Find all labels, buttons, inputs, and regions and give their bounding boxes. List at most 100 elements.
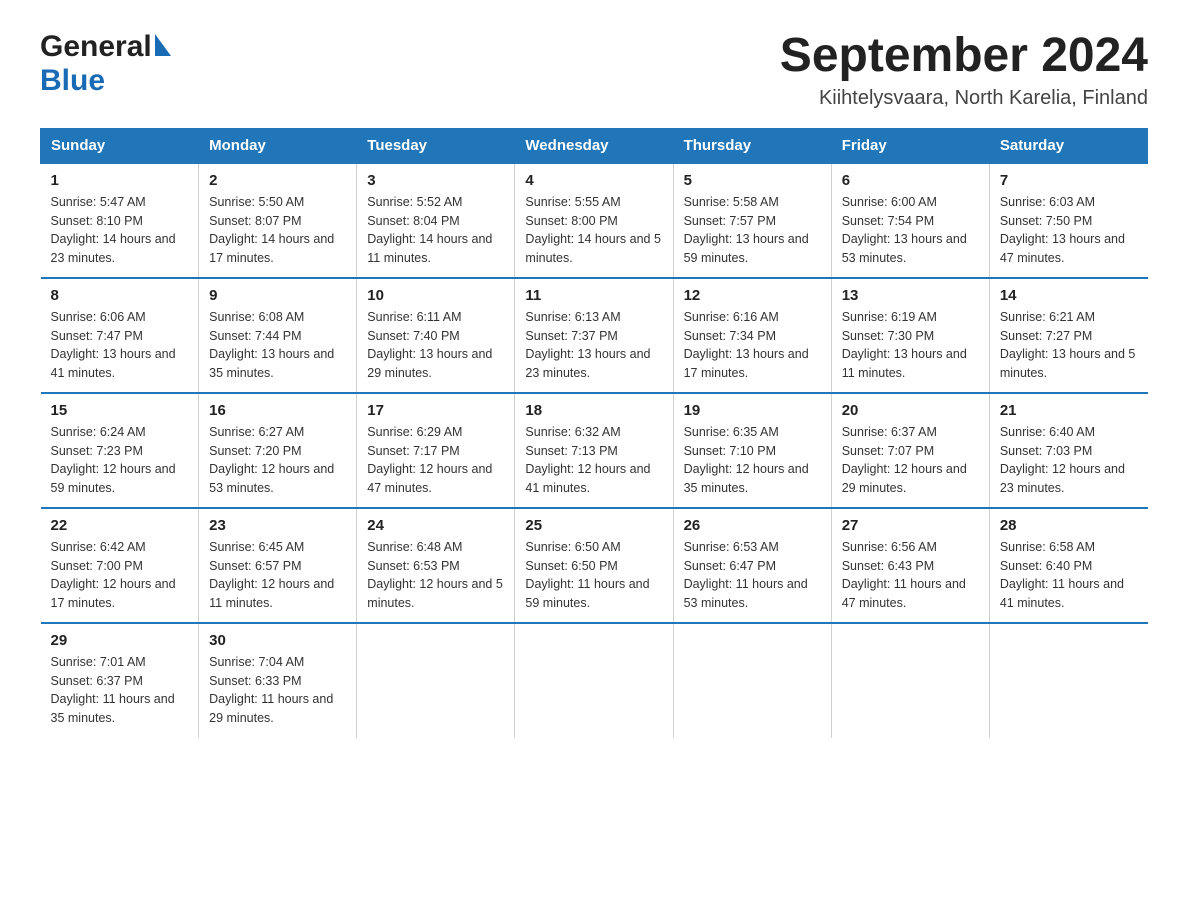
table-row: 22 Sunrise: 6:42 AM Sunset: 7:00 PM Dayl…: [41, 508, 199, 623]
daylight-label: Daylight: 12 hours and 35 minutes.: [684, 462, 809, 495]
day-number: 14: [1000, 287, 1138, 304]
day-info: Sunrise: 6:13 AM Sunset: 7:37 PM Dayligh…: [525, 308, 662, 383]
day-info: Sunrise: 6:00 AM Sunset: 7:54 PM Dayligh…: [842, 193, 979, 268]
table-row: 16 Sunrise: 6:27 AM Sunset: 7:20 PM Dayl…: [199, 393, 357, 508]
daylight-label: Daylight: 12 hours and 29 minutes.: [842, 462, 967, 495]
daylight-label: Daylight: 12 hours and 23 minutes.: [1000, 462, 1125, 495]
page-header: General Blue September 2024 Kiihtelysvaa…: [40, 30, 1148, 110]
sunset-label: Sunset: 7:13 PM: [525, 444, 617, 458]
day-number: 2: [209, 172, 346, 189]
logo-triangle-icon: [155, 34, 171, 56]
calendar-header-row: Sunday Monday Tuesday Wednesday Thursday…: [41, 128, 1148, 163]
sunset-label: Sunset: 7:07 PM: [842, 444, 934, 458]
day-info: Sunrise: 6:50 AM Sunset: 6:50 PM Dayligh…: [525, 538, 662, 613]
sunset-label: Sunset: 7:40 PM: [367, 329, 459, 343]
table-row: 7 Sunrise: 6:03 AM Sunset: 7:50 PM Dayli…: [989, 163, 1147, 278]
day-number: 28: [1000, 517, 1138, 534]
sunset-label: Sunset: 7:30 PM: [842, 329, 934, 343]
day-number: 22: [51, 517, 189, 534]
day-number: 21: [1000, 402, 1138, 419]
day-number: 13: [842, 287, 979, 304]
logo-general-text: General: [40, 30, 152, 64]
table-row: 11 Sunrise: 6:13 AM Sunset: 7:37 PM Dayl…: [515, 278, 673, 393]
day-number: 16: [209, 402, 346, 419]
sunrise-label: Sunrise: 5:55 AM: [525, 195, 620, 209]
sunrise-label: Sunrise: 6:50 AM: [525, 540, 620, 554]
sunrise-label: Sunrise: 6:29 AM: [367, 425, 462, 439]
day-number: 10: [367, 287, 504, 304]
day-number: 26: [684, 517, 821, 534]
day-number: 5: [684, 172, 821, 189]
sunset-label: Sunset: 6:43 PM: [842, 559, 934, 573]
day-info: Sunrise: 6:40 AM Sunset: 7:03 PM Dayligh…: [1000, 423, 1138, 498]
sunset-label: Sunset: 8:07 PM: [209, 214, 301, 228]
sunrise-label: Sunrise: 6:58 AM: [1000, 540, 1095, 554]
sunrise-label: Sunrise: 6:00 AM: [842, 195, 937, 209]
day-info: Sunrise: 6:16 AM Sunset: 7:34 PM Dayligh…: [684, 308, 821, 383]
table-row: 3 Sunrise: 5:52 AM Sunset: 8:04 PM Dayli…: [357, 163, 515, 278]
header-wednesday: Wednesday: [515, 128, 673, 163]
day-info: Sunrise: 6:29 AM Sunset: 7:17 PM Dayligh…: [367, 423, 504, 498]
day-number: 8: [51, 287, 189, 304]
daylight-label: Daylight: 13 hours and 23 minutes.: [525, 347, 650, 380]
sunrise-label: Sunrise: 7:01 AM: [51, 655, 146, 669]
sunrise-label: Sunrise: 6:27 AM: [209, 425, 304, 439]
day-number: 3: [367, 172, 504, 189]
daylight-label: Daylight: 11 hours and 59 minutes.: [525, 577, 649, 610]
sunrise-label: Sunrise: 5:58 AM: [684, 195, 779, 209]
sunrise-label: Sunrise: 6:32 AM: [525, 425, 620, 439]
day-info: Sunrise: 6:56 AM Sunset: 6:43 PM Dayligh…: [842, 538, 979, 613]
table-row: 8 Sunrise: 6:06 AM Sunset: 7:47 PM Dayli…: [41, 278, 199, 393]
day-number: 25: [525, 517, 662, 534]
day-number: 17: [367, 402, 504, 419]
table-row: 26 Sunrise: 6:53 AM Sunset: 6:47 PM Dayl…: [673, 508, 831, 623]
day-number: 9: [209, 287, 346, 304]
day-info: Sunrise: 6:21 AM Sunset: 7:27 PM Dayligh…: [1000, 308, 1138, 383]
table-row: 19 Sunrise: 6:35 AM Sunset: 7:10 PM Dayl…: [673, 393, 831, 508]
sunrise-label: Sunrise: 6:37 AM: [842, 425, 937, 439]
table-row: [831, 623, 989, 738]
daylight-label: Daylight: 12 hours and 47 minutes.: [367, 462, 492, 495]
sunrise-label: Sunrise: 6:45 AM: [209, 540, 304, 554]
day-number: 4: [525, 172, 662, 189]
calendar-week-row: 22 Sunrise: 6:42 AM Sunset: 7:00 PM Dayl…: [41, 508, 1148, 623]
daylight-label: Daylight: 11 hours and 53 minutes.: [684, 577, 808, 610]
day-number: 20: [842, 402, 979, 419]
daylight-label: Daylight: 13 hours and 35 minutes.: [209, 347, 334, 380]
table-row: 27 Sunrise: 6:56 AM Sunset: 6:43 PM Dayl…: [831, 508, 989, 623]
day-info: Sunrise: 6:53 AM Sunset: 6:47 PM Dayligh…: [684, 538, 821, 613]
sunset-label: Sunset: 6:47 PM: [684, 559, 776, 573]
table-row: [989, 623, 1147, 738]
daylight-label: Daylight: 13 hours and 53 minutes.: [842, 232, 967, 265]
day-number: 27: [842, 517, 979, 534]
daylight-label: Daylight: 13 hours and 59 minutes.: [684, 232, 809, 265]
sunrise-label: Sunrise: 5:47 AM: [51, 195, 146, 209]
table-row: 25 Sunrise: 6:50 AM Sunset: 6:50 PM Dayl…: [515, 508, 673, 623]
sunrise-label: Sunrise: 6:56 AM: [842, 540, 937, 554]
day-info: Sunrise: 6:48 AM Sunset: 6:53 PM Dayligh…: [367, 538, 504, 613]
day-info: Sunrise: 6:27 AM Sunset: 7:20 PM Dayligh…: [209, 423, 346, 498]
header-tuesday: Tuesday: [357, 128, 515, 163]
day-number: 12: [684, 287, 821, 304]
sunset-label: Sunset: 7:37 PM: [525, 329, 617, 343]
day-info: Sunrise: 5:47 AM Sunset: 8:10 PM Dayligh…: [51, 193, 189, 268]
calendar-week-row: 1 Sunrise: 5:47 AM Sunset: 8:10 PM Dayli…: [41, 163, 1148, 278]
title-area: September 2024 Kiihtelysvaara, North Kar…: [780, 30, 1148, 110]
table-row: [357, 623, 515, 738]
day-number: 1: [51, 172, 189, 189]
table-row: 15 Sunrise: 6:24 AM Sunset: 7:23 PM Dayl…: [41, 393, 199, 508]
sunset-label: Sunset: 7:00 PM: [51, 559, 143, 573]
sunrise-label: Sunrise: 6:21 AM: [1000, 310, 1095, 324]
header-saturday: Saturday: [989, 128, 1147, 163]
day-number: 6: [842, 172, 979, 189]
header-sunday: Sunday: [41, 128, 199, 163]
header-friday: Friday: [831, 128, 989, 163]
sunset-label: Sunset: 8:04 PM: [367, 214, 459, 228]
sunset-label: Sunset: 6:50 PM: [525, 559, 617, 573]
day-info: Sunrise: 6:37 AM Sunset: 7:07 PM Dayligh…: [842, 423, 979, 498]
month-title: September 2024: [780, 30, 1148, 83]
day-info: Sunrise: 6:35 AM Sunset: 7:10 PM Dayligh…: [684, 423, 821, 498]
table-row: 5 Sunrise: 5:58 AM Sunset: 7:57 PM Dayli…: [673, 163, 831, 278]
daylight-label: Daylight: 13 hours and 5 minutes.: [1000, 347, 1136, 380]
header-monday: Monday: [199, 128, 357, 163]
